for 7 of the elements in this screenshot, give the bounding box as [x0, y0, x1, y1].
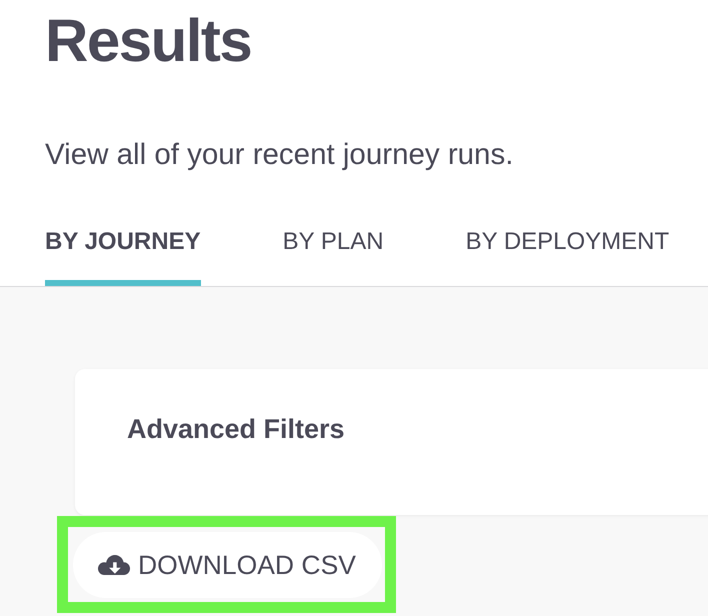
tab[interactable]: BY PLAN	[282, 228, 384, 286]
cloud-download-icon	[98, 555, 130, 575]
tab[interactable]: BY DEPLOYMENT	[466, 228, 670, 286]
page-subtitle: View all of your recent journey runs.	[45, 138, 514, 172]
page-title: Results	[45, 11, 252, 71]
download-csv-button[interactable]: DOWNLOAD CSV	[73, 532, 382, 598]
filters-title: Advanced Filters	[127, 413, 345, 445]
